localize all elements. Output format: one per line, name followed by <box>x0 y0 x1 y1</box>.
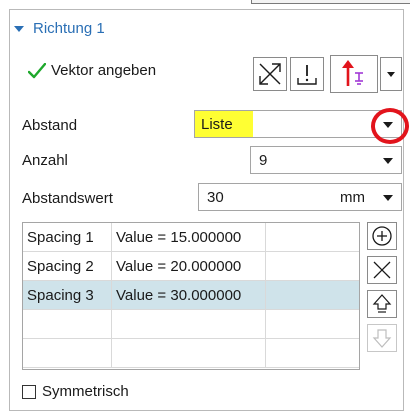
cross-arrows-icon <box>259 63 281 85</box>
chevron-down-icon <box>14 26 24 32</box>
anzahl-label: Anzahl <box>22 152 68 169</box>
window-edge <box>251 0 410 4</box>
table-row[interactable]: Spacing 1 Value = 15.000000 <box>23 223 359 252</box>
spacing-name <box>23 310 112 339</box>
dropdown-arrow-icon <box>387 71 395 77</box>
add-icon <box>372 226 392 246</box>
add-spacing-button[interactable] <box>367 222 397 250</box>
symmetrisch-label: Symmetrisch <box>42 383 129 400</box>
vector-label: Vektor angeben <box>51 62 157 79</box>
abstand-label: Abstand <box>22 117 78 134</box>
move-up-icon <box>372 294 392 313</box>
exclamation-bracket-button[interactable] <box>290 57 324 91</box>
chevron-down-icon <box>383 158 393 164</box>
abstandswert-unit: mm <box>340 189 365 206</box>
spacing-extra <box>266 339 359 368</box>
anzahl-value: 9 <box>259 151 268 169</box>
spacing-value <box>112 310 266 339</box>
direction-dropdown-button[interactable] <box>380 57 402 91</box>
move-down-button[interactable] <box>367 324 397 352</box>
spacing-value <box>112 339 266 368</box>
vector-row: Vektor angeben <box>28 62 156 79</box>
section-title: Richtung 1 <box>33 20 105 37</box>
spacing-extra <box>266 310 359 339</box>
checkmark-icon <box>28 62 46 78</box>
symmetrisch-checkbox-row[interactable]: Symmetrisch <box>22 383 129 400</box>
table-row[interactable] <box>23 339 359 368</box>
delete-icon <box>373 261 391 279</box>
anzahl-select[interactable]: 9 <box>250 146 402 174</box>
spacing-name <box>23 339 112 368</box>
spacing-table: Spacing 1 Value = 15.000000 Spacing 2 Va… <box>22 222 360 370</box>
spacing-value: Value = 15.000000 <box>112 223 266 252</box>
table-row[interactable]: Spacing 2 Value = 20.000000 <box>23 252 359 281</box>
move-up-button[interactable] <box>367 290 397 318</box>
abstandswert-field[interactable]: 30 mm <box>198 183 402 211</box>
spacing-extra <box>266 281 359 310</box>
spacing-value: Value = 30.000000 <box>112 281 266 310</box>
exclamation-bracket-icon <box>297 65 317 85</box>
delete-spacing-button[interactable] <box>367 256 397 284</box>
section-header-richtung-1[interactable]: Richtung 1 <box>14 20 105 37</box>
table-row-selected[interactable]: Spacing 3 Value = 30.000000 <box>23 281 359 310</box>
arrow-up-flip-icon <box>342 60 363 86</box>
chevron-down-icon <box>383 195 393 201</box>
spacing-name: Spacing 2 <box>23 252 112 281</box>
cross-arrows-button[interactable] <box>253 57 287 91</box>
abstand-value: Liste <box>195 111 253 137</box>
move-down-icon <box>372 329 392 348</box>
spacing-name: Spacing 3 <box>23 281 112 310</box>
abstand-select[interactable]: Liste <box>194 110 402 138</box>
arrow-up-flip-button[interactable] <box>330 55 378 93</box>
symmetrisch-checkbox[interactable] <box>22 384 36 399</box>
abstandswert-value: 30 <box>207 188 224 206</box>
spacing-extra <box>266 252 359 281</box>
spacing-name: Spacing 1 <box>23 223 112 252</box>
chevron-down-icon <box>383 122 393 128</box>
table-row[interactable] <box>23 310 359 339</box>
abstandswert-label: Abstandswert <box>22 190 113 207</box>
spacing-extra <box>266 223 359 252</box>
spacing-value: Value = 20.000000 <box>112 252 266 281</box>
